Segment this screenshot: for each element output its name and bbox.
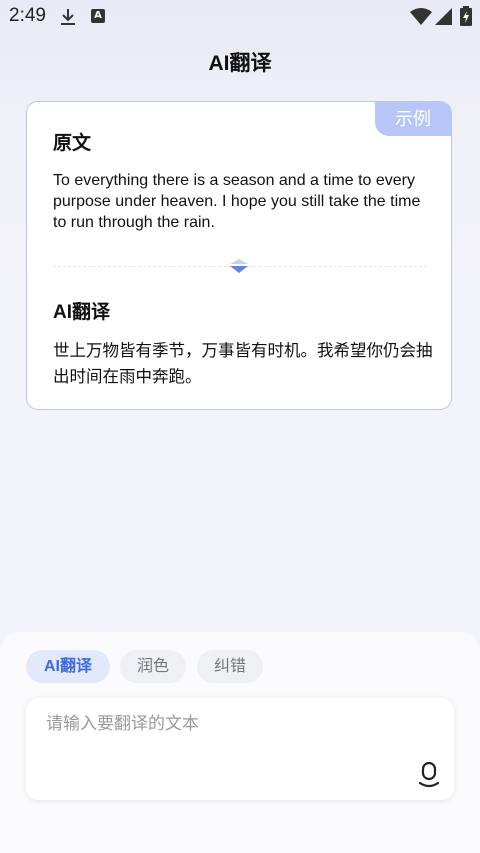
translate-input[interactable]: [46, 710, 406, 738]
bottom-panel: AI翻译 润色 纠错: [0, 632, 480, 853]
page-title: AI翻译: [208, 52, 272, 75]
signal-icon: [435, 7, 453, 31]
battery-icon: [460, 6, 472, 31]
tab-polish[interactable]: 润色: [120, 650, 186, 683]
tab-correct[interactable]: 纠错: [197, 650, 263, 683]
tab-ai-translate[interactable]: AI翻译: [26, 650, 110, 683]
wifi-icon: [410, 8, 432, 31]
ai-translation-text: 世上万物皆有季节，万事皆有时机。我希望你仍会抽出时间在雨中奔跑。: [53, 342, 433, 386]
input-box: [26, 698, 454, 800]
source-text: To everything there is a season and a ti…: [53, 172, 421, 231]
a-icon: A: [91, 9, 105, 23]
example-card: 示例 原文 To everything there is a season an…: [26, 101, 452, 410]
chevron-down-icon: [229, 257, 249, 280]
download-icon: [59, 7, 77, 32]
mic-icon[interactable]: [418, 761, 440, 793]
example-badge: 示例: [375, 102, 451, 136]
status-bar: 2:49 A: [0, 0, 480, 34]
ai-translation-title: AI翻译: [53, 302, 111, 323]
status-time: 2:49: [9, 5, 46, 26]
source-title: 原文: [53, 133, 92, 154]
